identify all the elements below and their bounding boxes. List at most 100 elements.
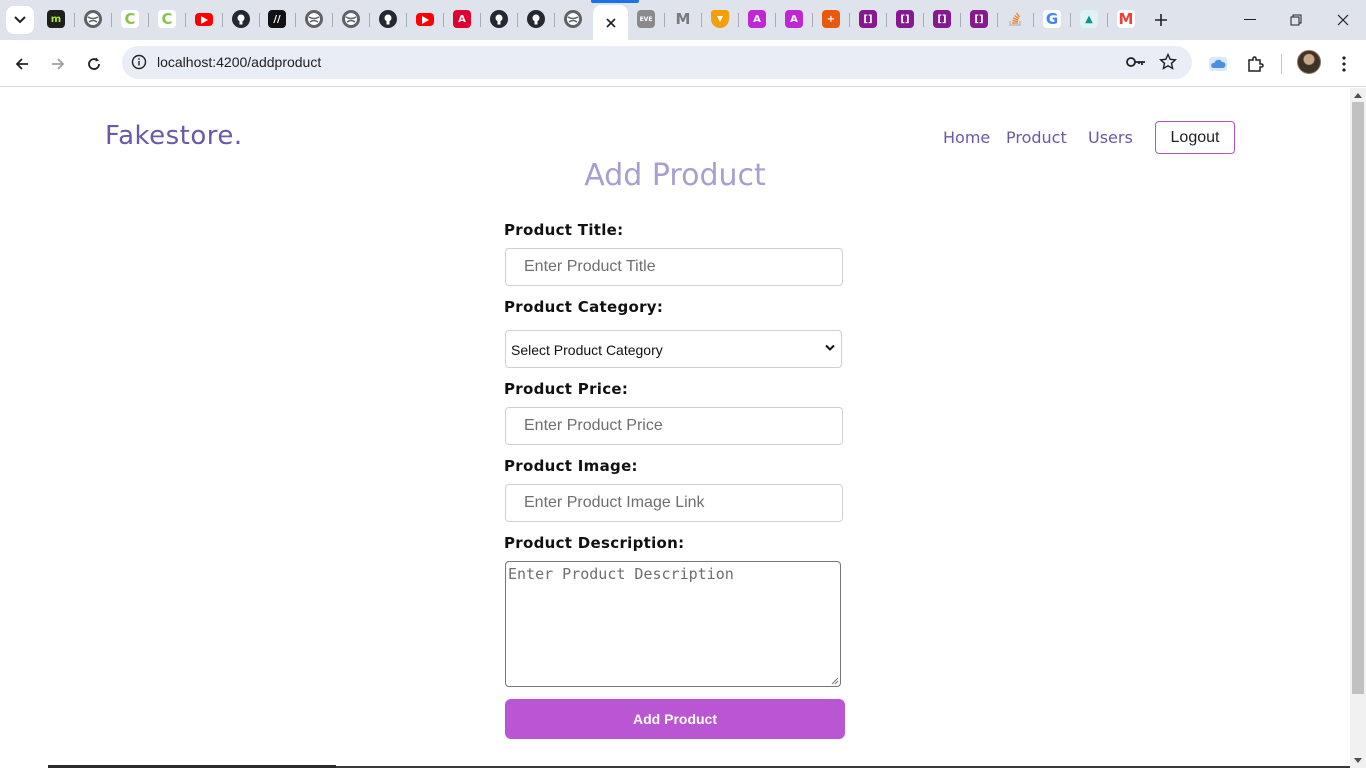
- minimize-button[interactable]: [1238, 8, 1262, 32]
- bracket-icon[interactable]: []: [859, 10, 877, 28]
- puzzle-icon: [1248, 56, 1264, 72]
- kebab-menu-icon: [1342, 56, 1346, 72]
- browser-tabstrip: m C C // A EVE M A A + [] [] [] [] G ▲ M: [0, 0, 1366, 40]
- tab-search-button[interactable]: [6, 6, 34, 34]
- tab-separator: [295, 13, 296, 27]
- nav-link-home[interactable]: Home: [943, 128, 990, 147]
- tab-separator: [222, 13, 223, 27]
- product-image-input[interactable]: [505, 484, 843, 522]
- nav-link-users[interactable]: Users: [1088, 128, 1133, 147]
- resize-handle-icon[interactable]: [831, 677, 839, 685]
- tab-separator: [332, 13, 333, 27]
- bracket-icon[interactable]: []: [896, 10, 914, 28]
- product-price-label: Product Price:: [504, 380, 629, 398]
- cloud-icon: [1209, 57, 1227, 71]
- tab-separator: [148, 13, 149, 27]
- profile-avatar[interactable]: [1297, 50, 1321, 74]
- restore-button[interactable]: [1284, 8, 1308, 32]
- close-window-button[interactable]: [1331, 8, 1355, 32]
- page-title: Add Product: [584, 158, 766, 193]
- nav-link-product[interactable]: Product: [1006, 128, 1067, 147]
- plugin-icon[interactable]: +: [822, 10, 840, 28]
- scrollbar-thumb[interactable]: [1352, 102, 1364, 694]
- bookmark-star-icon[interactable]: [1157, 51, 1179, 73]
- angular-icon[interactable]: A: [453, 10, 471, 28]
- page-scrollbar[interactable]: [1350, 88, 1366, 768]
- arrow-left-icon: [15, 58, 28, 70]
- add-product-button[interactable]: Add Product: [505, 699, 845, 739]
- globe-icon[interactable]: [84, 10, 102, 28]
- globe-icon[interactable]: [564, 10, 582, 28]
- category-selected-value: Select Product Category: [511, 342, 663, 358]
- cloud-extension-button[interactable]: [1204, 50, 1232, 78]
- tab-separator: [1107, 13, 1108, 27]
- url-text[interactable]: localhost:4200/addproduct: [157, 54, 321, 70]
- product-category-select[interactable]: Select Product Category: [505, 330, 842, 368]
- product-title-input[interactable]: [505, 248, 843, 286]
- github-icon[interactable]: [527, 10, 545, 28]
- minimize-icon: [1244, 19, 1256, 20]
- tab-separator: [259, 13, 260, 27]
- bracket-icon[interactable]: []: [933, 10, 951, 28]
- gmail-icon[interactable]: M: [1117, 10, 1135, 28]
- close-icon[interactable]: [605, 17, 616, 28]
- scroll-down-arrow-icon[interactable]: [1354, 758, 1362, 763]
- tab-separator: [812, 13, 813, 27]
- chevron-down-icon: [14, 16, 26, 24]
- github-icon[interactable]: [232, 10, 250, 28]
- password-key-icon[interactable]: [1125, 51, 1147, 73]
- angular-icon[interactable]: A: [785, 10, 803, 28]
- browser-menu-button[interactable]: [1330, 50, 1358, 78]
- product-price-input[interactable]: [505, 407, 843, 445]
- forward-button[interactable]: [44, 50, 72, 78]
- browser-toolbar: localhost:4200/addproduct: [0, 40, 1366, 87]
- tab-separator: [1033, 13, 1034, 27]
- tab-separator: [849, 13, 850, 27]
- slash-logo-icon[interactable]: //: [268, 10, 286, 28]
- address-bar[interactable]: localhost:4200/addproduct: [122, 46, 1192, 79]
- active-tab[interactable]: [591, 0, 639, 40]
- tab-separator: [185, 13, 186, 27]
- site-info-icon[interactable]: [128, 51, 150, 73]
- github-icon[interactable]: [379, 10, 397, 28]
- product-title-label: Product Title:: [504, 221, 624, 239]
- youtube-icon[interactable]: [195, 13, 213, 26]
- plus-icon: [1155, 14, 1167, 26]
- bracket-icon[interactable]: []: [970, 10, 988, 28]
- extensions-button[interactable]: [1241, 50, 1269, 78]
- tab-separator: [923, 13, 924, 27]
- reload-button[interactable]: [80, 50, 108, 78]
- globe-icon[interactable]: [305, 10, 323, 28]
- tab-separator: [443, 13, 444, 27]
- arrow-right-icon: [52, 58, 65, 70]
- product-category-label: Product Category:: [504, 298, 664, 316]
- tab-separator: [406, 13, 407, 27]
- tab-separator: [960, 13, 961, 27]
- google-icon[interactable]: G: [1043, 10, 1061, 28]
- brave-icon[interactable]: [711, 10, 729, 28]
- mountain-icon[interactable]: ▲: [1080, 10, 1098, 28]
- youtube-icon[interactable]: [416, 13, 434, 26]
- c-logo-icon[interactable]: C: [158, 10, 176, 28]
- c-logo-icon[interactable]: C: [121, 10, 139, 28]
- chevron-down-icon: [825, 344, 835, 351]
- tab-separator: [1070, 13, 1071, 27]
- tab-separator: [997, 13, 998, 27]
- globe-icon[interactable]: [342, 10, 360, 28]
- reload-icon: [88, 57, 100, 70]
- back-button[interactable]: [8, 50, 36, 78]
- github-icon[interactable]: [490, 10, 508, 28]
- brand-logo[interactable]: Fakestore.: [105, 121, 243, 151]
- angular-icon[interactable]: A: [748, 10, 766, 28]
- new-tab-button[interactable]: [1150, 9, 1172, 31]
- tab-separator: [369, 13, 370, 27]
- medium-icon[interactable]: m: [47, 10, 65, 28]
- tab-separator: [664, 13, 665, 27]
- m-logo-icon[interactable]: M: [674, 10, 692, 28]
- scroll-up-arrow-icon[interactable]: [1354, 93, 1362, 98]
- logout-button[interactable]: Logout: [1155, 121, 1235, 154]
- product-description-textarea[interactable]: [505, 561, 841, 687]
- stackoverflow-icon[interactable]: [1006, 10, 1024, 28]
- eve-icon[interactable]: EVE: [637, 10, 655, 28]
- toolbar-divider: [1281, 54, 1282, 74]
